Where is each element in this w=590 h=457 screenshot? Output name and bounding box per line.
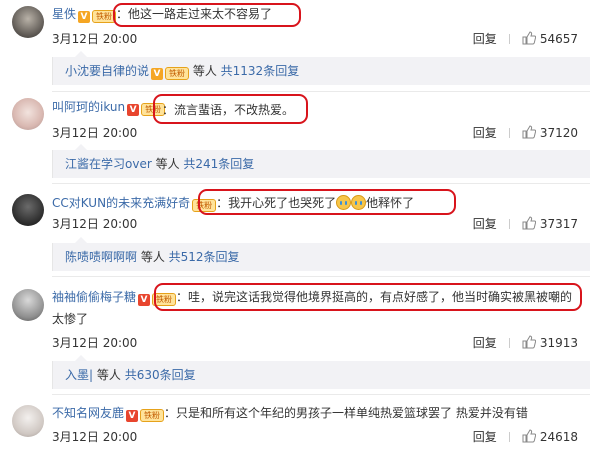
username[interactable]: 袖袖偷偷梅子糖 <box>52 290 136 304</box>
comment-time: 3月12日 20:00 <box>52 217 138 231</box>
comment-header: 叫阿珂的ikun V 铁粉 <box>52 98 166 116</box>
first-replier-link[interactable]: 江酱在学习over <box>65 157 152 171</box>
divider <box>508 219 510 229</box>
avatar[interactable] <box>12 98 44 130</box>
comment-divider <box>52 183 590 184</box>
reply-summary[interactable]: 入墨| 等人 共630条回复 <box>52 355 590 389</box>
like-count: 31913 <box>539 336 578 350</box>
first-replier-link[interactable]: 小沈要自律的说 <box>65 64 149 78</box>
like-button[interactable]: 37120 <box>522 125 578 140</box>
reply-summary-middle: 等人 <box>93 368 125 382</box>
reply-summary[interactable]: 小沈要自律的说 V 铁粉 等人 共1132条回复 <box>52 51 590 85</box>
like-button[interactable]: 54657 <box>522 31 578 46</box>
thumbs-up-icon <box>522 31 536 45</box>
reply-arrow <box>75 237 87 243</box>
comment-actions: 回复 31913 <box>473 334 578 351</box>
comment-actions: 回复 24618 <box>473 428 578 445</box>
comment-actions: 回复 54657 <box>473 30 578 47</box>
verified-badge-icon: V <box>127 104 140 116</box>
first-replier-link[interactable]: 陈啧啧啊啊啊 <box>65 250 137 264</box>
comment-actions: 回复 37120 <box>473 124 578 141</box>
reply-button[interactable]: 回复 <box>473 124 497 141</box>
reply-button[interactable]: 回复 <box>473 428 497 445</box>
divider <box>508 338 510 348</box>
reply-count-link[interactable]: 共630条回复 <box>125 368 196 382</box>
highlight-oval <box>153 94 308 124</box>
reply-count-link[interactable]: 共512条回复 <box>169 250 240 264</box>
comment-divider <box>52 91 590 92</box>
like-count: 54657 <box>539 32 578 46</box>
comment-time: 3月12日 20:00 <box>52 336 138 350</box>
username[interactable]: 星佚 <box>52 7 76 21</box>
reply-summary-middle: 等人 <box>151 157 184 171</box>
verified-badge-icon: V <box>126 410 139 422</box>
verified-badge-icon: V <box>78 11 91 23</box>
reply-summary[interactable]: 陈啧啧啊啊啊 等人 共512条回复 <box>52 237 590 271</box>
comment-time: 3月12日 20:00 <box>52 32 138 46</box>
reply-arrow <box>75 51 87 57</box>
avatar[interactable] <box>12 405 44 437</box>
reply-arrow <box>75 144 87 150</box>
avatar[interactable] <box>12 289 44 321</box>
highlight-oval <box>198 189 456 215</box>
like-count: 37120 <box>539 126 578 140</box>
reply-arrow <box>75 355 87 361</box>
like-count: 37317 <box>539 217 578 231</box>
comment-time: 3月12日 20:00 <box>52 430 138 444</box>
comment-text: ：只是和所有这个年纪的男孩子一样单纯热爱篮球罢了 热爱并没有错 <box>164 406 528 420</box>
comment-text-end: 太惨了 <box>52 312 89 326</box>
comment-text-line: 太惨了 <box>52 310 88 328</box>
reply-summary-middle: 等人 <box>137 250 169 264</box>
reply-button[interactable]: 回复 <box>473 215 497 232</box>
comment-header: 不知名网友鹿 V 铁粉 ：只是和所有这个年纪的男孩子一样单纯热爱篮球罢了 热爱并没有错 <box>52 404 528 422</box>
divider <box>508 432 510 442</box>
comment-actions: 回复 37317 <box>473 215 578 232</box>
like-button[interactable]: 31913 <box>522 335 578 350</box>
fan-badge: 铁粉 <box>165 67 190 80</box>
highlight-oval <box>154 283 582 311</box>
like-count: 24618 <box>539 430 578 444</box>
username[interactable]: CC对KUN的未来充满好奇 <box>52 196 190 210</box>
thumbs-up-icon <box>522 216 536 230</box>
reply-button[interactable]: 回复 <box>473 334 497 351</box>
reply-button[interactable]: 回复 <box>473 30 497 47</box>
reply-count-link[interactable]: 共1132条回复 <box>221 64 300 78</box>
fan-badge: 铁粉 <box>140 409 165 422</box>
divider <box>508 128 510 138</box>
first-replier-link[interactable]: 入墨| <box>65 368 93 382</box>
thumbs-up-icon <box>522 429 536 443</box>
avatar[interactable] <box>12 194 44 226</box>
divider <box>508 34 510 44</box>
reply-summary[interactable]: 江酱在学习over 等人 共241条回复 <box>52 144 590 178</box>
thumbs-up-icon <box>522 125 536 139</box>
username[interactable]: 叫阿珂的ikun <box>52 100 125 114</box>
verified-badge-icon: V <box>151 68 164 80</box>
avatar[interactable] <box>12 6 44 38</box>
comment-divider <box>52 394 590 395</box>
like-button[interactable]: 24618 <box>522 429 578 444</box>
thumbs-up-icon <box>522 335 536 349</box>
highlight-oval <box>113 3 301 27</box>
like-button[interactable]: 37317 <box>522 216 578 231</box>
verified-badge-icon: V <box>138 294 151 306</box>
reply-summary-middle: 等人 <box>189 64 221 78</box>
reply-count-link[interactable]: 共241条回复 <box>183 157 254 171</box>
comment-time: 3月12日 20:00 <box>52 126 138 140</box>
username[interactable]: 不知名网友鹿 <box>52 406 124 420</box>
comment-divider <box>52 276 590 277</box>
